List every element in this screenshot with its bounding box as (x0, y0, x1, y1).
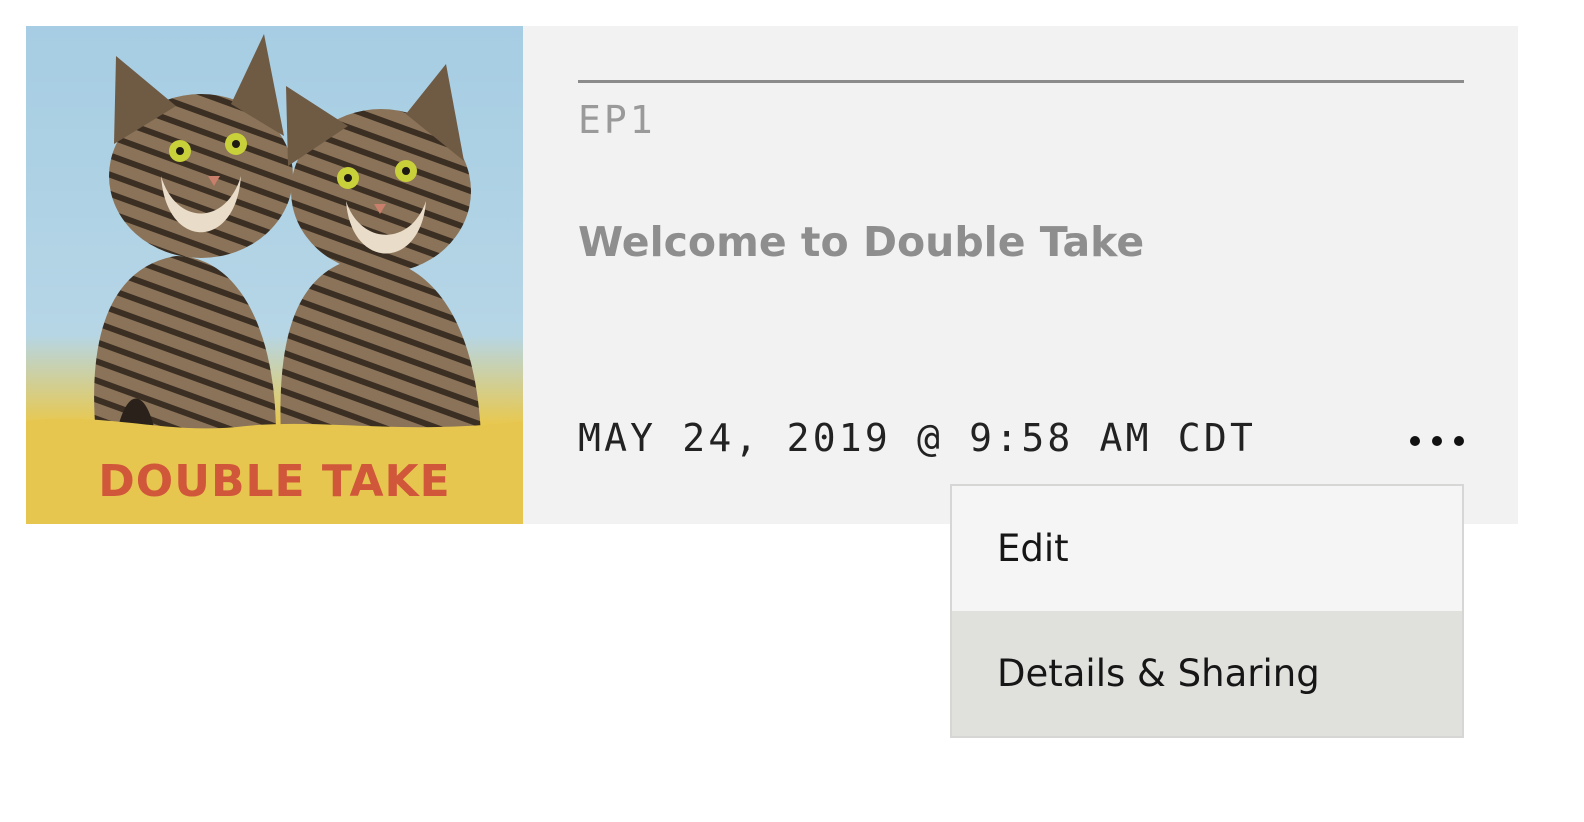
episode-publish-date: MAY 24, 2019 @ 9:58 AM CDT (578, 416, 1257, 460)
menu-item-details-sharing[interactable]: Details & Sharing (952, 611, 1462, 736)
episode-artwork: DOUBLE TAKE (26, 26, 523, 524)
more-horizontal-icon (1410, 436, 1420, 446)
more-horizontal-icon-dot (1454, 436, 1464, 446)
episode-title[interactable]: Welcome to Double Take (578, 218, 1144, 266)
more-horizontal-icon-dot (1432, 436, 1442, 446)
episode-info: EP1 Welcome to Double Take MAY 24, 2019 … (578, 26, 1464, 524)
options-dropdown-menu: Edit Details & Sharing (950, 484, 1464, 738)
kittens-illustration (26, 34, 523, 524)
episode-card[interactable]: DOUBLE TAKE EP1 Welcome to Double Take M… (26, 26, 1518, 524)
kitten-left (94, 34, 293, 436)
kitten-right (280, 64, 481, 436)
more-options-button[interactable] (1406, 424, 1466, 456)
menu-item-edit[interactable]: Edit (952, 486, 1462, 611)
artwork-title: DOUBLE TAKE (98, 456, 451, 507)
episode-number: EP1 (578, 98, 656, 142)
divider (578, 80, 1464, 83)
